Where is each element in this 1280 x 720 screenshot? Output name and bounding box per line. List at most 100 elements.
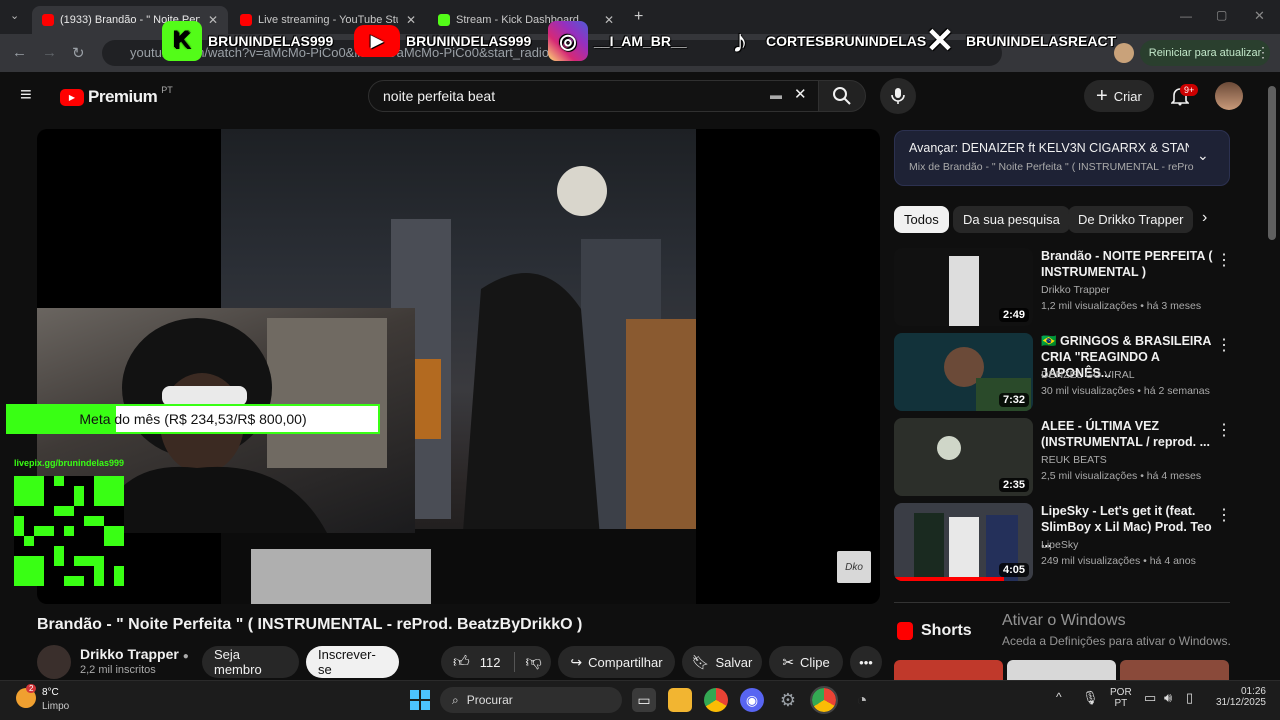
like-icon[interactable]: 👍︎ bbox=[453, 653, 470, 672]
dislike-icon[interactable]: 👎︎ bbox=[525, 653, 541, 672]
short-thumbnail[interactable] bbox=[1007, 660, 1116, 680]
list-item[interactable]: 4:05 LipeSky - Let's get it (feat. SlimB… bbox=[894, 503, 1232, 583]
clock-date: 31/12/2025 bbox=[1215, 697, 1266, 708]
share-label: Compartilhar bbox=[588, 654, 663, 670]
shorts-header: Shorts bbox=[897, 622, 972, 640]
task-view-icon[interactable]: ▭ bbox=[632, 688, 656, 712]
hamburger-menu-icon[interactable]: ≡ bbox=[20, 84, 32, 107]
channel-name-row[interactable]: Drikko Trapper ● bbox=[80, 646, 189, 662]
share-icon: ↪ bbox=[570, 653, 583, 670]
short-thumbnail[interactable] bbox=[1120, 660, 1229, 680]
account-avatar[interactable] bbox=[1215, 82, 1243, 110]
battery-icon[interactable]: ▯ bbox=[1186, 690, 1193, 706]
activation-watermark-title: Ativar o Windows bbox=[1002, 612, 1126, 629]
social-tiktok: ♪ CORTESBRUNINDELAS bbox=[720, 18, 926, 64]
divider bbox=[894, 602, 1230, 603]
youtube-logo[interactable]: ▶ Premium PT bbox=[60, 85, 173, 107]
video-thumbnail[interactable]: 4:05 bbox=[894, 503, 1033, 581]
rec-meta: 30 mil visualizações • há 2 semanas bbox=[1041, 385, 1210, 397]
windows-logo-icon bbox=[410, 690, 430, 710]
tray-overflow-icon[interactable]: ^ bbox=[1056, 690, 1062, 704]
video-player[interactable] bbox=[37, 129, 880, 604]
list-item[interactable]: 2:49 Brandão - NOITE PERFEITA ( INSTRUME… bbox=[894, 248, 1232, 328]
scrollbar-thumb[interactable] bbox=[1268, 86, 1276, 240]
rec-channel: REUK BEATS bbox=[1041, 454, 1107, 466]
chip-label: Todos bbox=[904, 212, 939, 227]
window-close-icon[interactable]: ✕ bbox=[1254, 8, 1265, 24]
weather-condition: Limpo bbox=[42, 701, 70, 712]
minimize-icon[interactable]: — bbox=[1180, 9, 1192, 23]
up-next-panel[interactable]: Avançar: DENAIZER ft KELV3N CIGARRX & ST… bbox=[894, 130, 1230, 186]
x-handle: BRUNINDELASREACT bbox=[966, 33, 1117, 49]
list-item[interactable]: 7:32 🇧🇷 GRINGOS & BRASILEIRA CRIA "REAGI… bbox=[894, 333, 1232, 413]
rec-meta: 249 mil visualizações • há 4 anos bbox=[1041, 555, 1196, 567]
language-indicator[interactable]: POR PT bbox=[1110, 687, 1132, 709]
obs-icon[interactable]: ◔ bbox=[850, 688, 874, 712]
save-label: Salvar bbox=[715, 654, 753, 670]
channel-watermark[interactable]: Dko bbox=[837, 551, 871, 583]
browser-menu-icon[interactable]: ⋮ bbox=[1256, 44, 1270, 61]
more-vert-icon[interactable]: ⋮ bbox=[1216, 505, 1232, 525]
tab-search-icon[interactable]: ⌄ bbox=[10, 9, 19, 22]
search-button[interactable] bbox=[818, 80, 866, 112]
forward-icon[interactable]: → bbox=[42, 44, 57, 61]
shorts-icon bbox=[897, 622, 913, 640]
video-thumbnail[interactable]: 2:35 bbox=[894, 418, 1033, 496]
volume-icon[interactable]: 🔊︎ bbox=[1164, 690, 1172, 706]
video-thumbnail[interactable]: 7:32 bbox=[894, 333, 1033, 411]
discord-icon[interactable]: ◉ bbox=[740, 688, 764, 712]
notification-badge: 9+ bbox=[1180, 84, 1199, 96]
tray-mic-icon[interactable]: 🎙︎ bbox=[1082, 690, 1099, 706]
maximize-icon[interactable]: ▢ bbox=[1216, 8, 1227, 22]
profile-avatar[interactable] bbox=[1114, 43, 1134, 63]
chrome-active-icon[interactable] bbox=[810, 686, 838, 714]
more-vert-icon[interactable]: ⋮ bbox=[1216, 335, 1232, 355]
save-button[interactable]: 🔖︎ Salvar bbox=[682, 646, 762, 678]
chrome-icon[interactable] bbox=[704, 688, 728, 712]
clear-search-icon[interactable]: ✕ bbox=[794, 85, 807, 103]
start-button[interactable] bbox=[408, 688, 432, 712]
keyboard-icon[interactable]: ▬ bbox=[770, 88, 782, 102]
voice-search-button[interactable] bbox=[880, 78, 916, 114]
more-vert-icon[interactable]: ⋮ bbox=[1216, 420, 1232, 440]
short-thumbnail[interactable] bbox=[894, 660, 1003, 680]
chevron-right-icon[interactable]: › bbox=[1202, 209, 1207, 227]
tiktok-handle: CORTESBRUNINDELAS bbox=[766, 33, 927, 49]
search-input[interactable]: noite perfeita beat bbox=[368, 80, 820, 112]
youtube-handle: BRUNINDELAS999 bbox=[406, 33, 532, 49]
logo-text: Premium bbox=[88, 87, 158, 106]
reload-icon[interactable]: ↻ bbox=[72, 44, 85, 62]
up-next-prefix: Avançar: bbox=[909, 141, 959, 155]
update-button[interactable]: Reiniciar para atualizar bbox=[1140, 40, 1270, 66]
subscribe-button[interactable]: Inscrever-se bbox=[306, 646, 399, 678]
file-explorer-icon[interactable] bbox=[668, 688, 692, 712]
lang-region: PT bbox=[1114, 698, 1128, 709]
like-count: 112 bbox=[479, 654, 501, 670]
chip-from-search[interactable]: Da sua pesquisa bbox=[953, 206, 1070, 233]
chip-from-channel[interactable]: De Drikko Trapper bbox=[1068, 206, 1194, 233]
rec-channel: LipeSky bbox=[1041, 539, 1079, 551]
share-button[interactable]: ↪ Compartilhar bbox=[558, 646, 675, 678]
chevron-down-icon[interactable]: ⌄ bbox=[1197, 147, 1209, 164]
more-vert-icon[interactable]: ⋮ bbox=[1216, 250, 1232, 270]
more-actions-button[interactable]: ••• bbox=[850, 646, 882, 678]
microphone-icon bbox=[891, 88, 905, 104]
rec-channel: DENZEL GO VIRAL bbox=[1041, 369, 1135, 381]
clip-button[interactable]: ✂ Clipe bbox=[769, 646, 843, 678]
donation-goal-label: Meta do mês (R$ 234,53/R$ 800,00) bbox=[79, 411, 307, 427]
clip-label: Clipe bbox=[800, 654, 830, 670]
clock[interactable]: 01:26 31/12/2025 bbox=[1212, 686, 1266, 708]
youtube-logo-icon: ▶ bbox=[354, 25, 400, 57]
join-button[interactable]: Seja membro bbox=[202, 646, 299, 678]
rec-title: Brandão - NOITE PERFEITA ( INSTRUMENTAL … bbox=[1041, 249, 1213, 279]
list-item[interactable]: 2:35 ALEE - ÚLTIMA VEZ (INSTRUMENTAL / r… bbox=[894, 418, 1232, 498]
create-button[interactable]: + Criar bbox=[1084, 80, 1154, 112]
settings-gear-icon[interactable]: ⚙ bbox=[776, 688, 800, 712]
taskbar-search[interactable]: ⌕ Procurar bbox=[440, 687, 622, 713]
network-icon[interactable]: ▭ bbox=[1144, 690, 1156, 706]
channel-avatar[interactable] bbox=[37, 645, 71, 679]
video-thumbnail[interactable]: 2:49 bbox=[894, 248, 1033, 326]
subscribe-label: Inscrever-se bbox=[318, 647, 376, 677]
chip-all[interactable]: Todos bbox=[894, 206, 949, 233]
back-icon[interactable]: ← bbox=[12, 44, 27, 61]
